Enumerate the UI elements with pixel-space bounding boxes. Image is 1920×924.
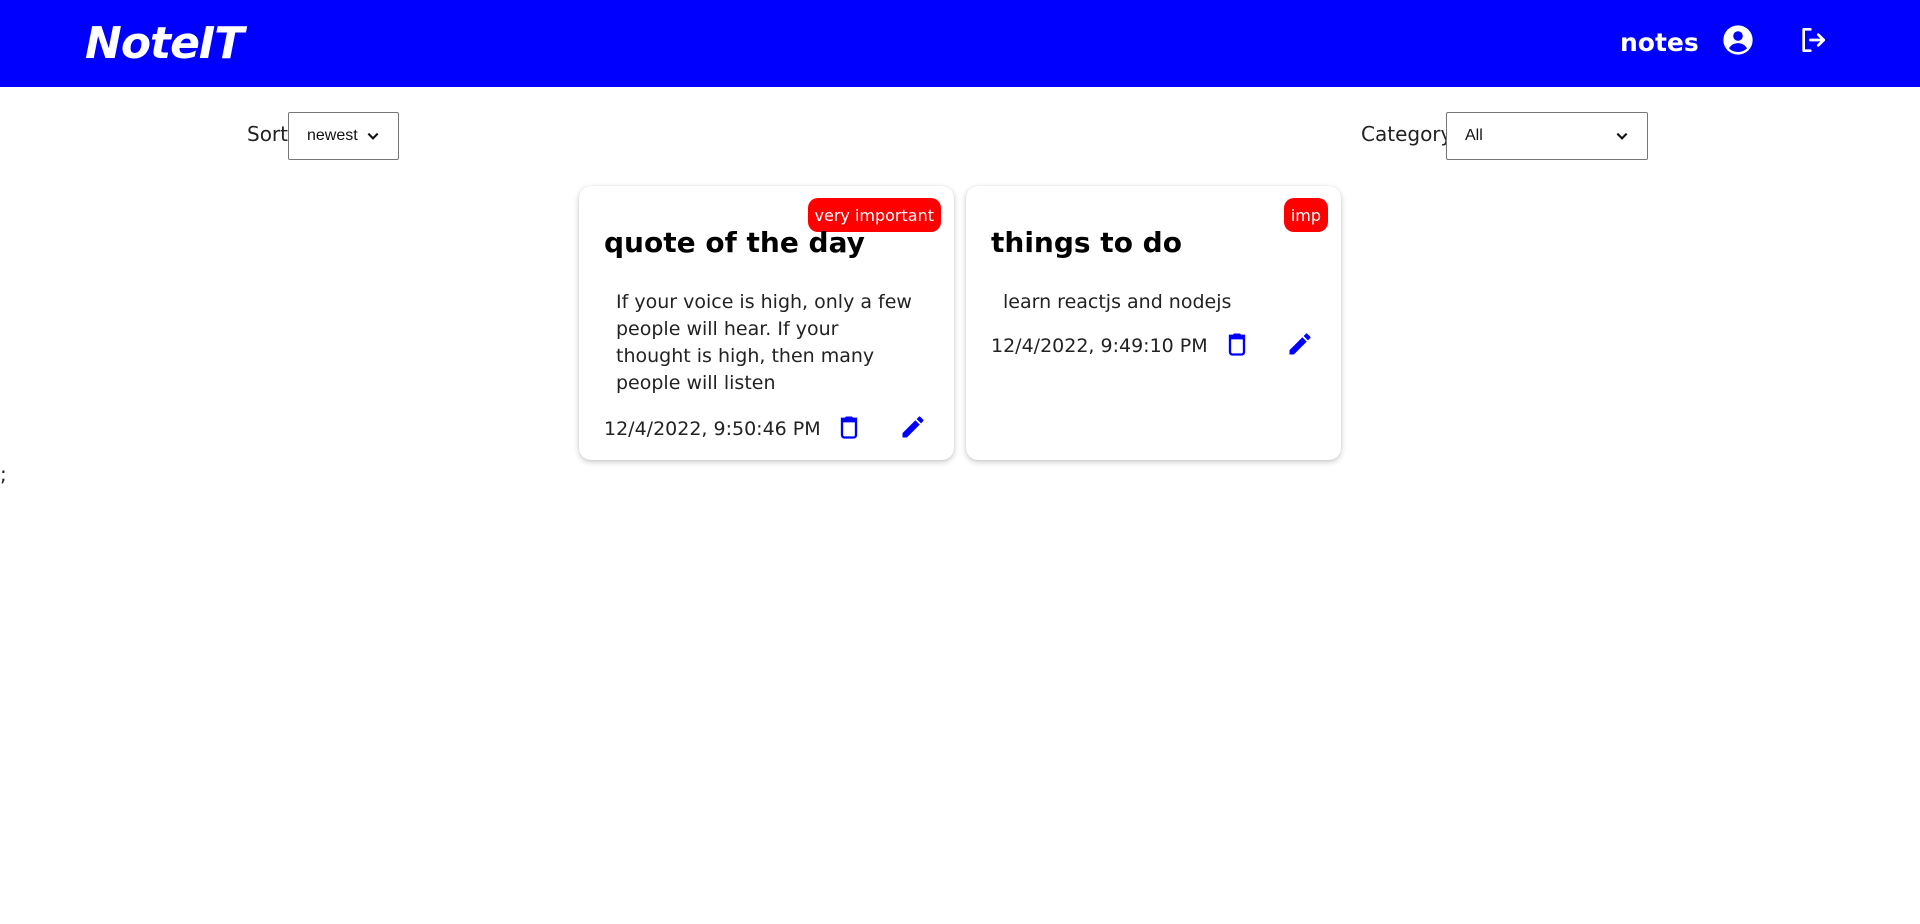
delete-icon[interactable] (835, 413, 863, 441)
sort-select[interactable]: newest (288, 112, 399, 160)
logout-icon[interactable] (1797, 24, 1829, 56)
sort-select-value: newest (307, 127, 358, 144)
category-badge: imp (1283, 198, 1328, 232)
chevron-down-icon (366, 129, 380, 143)
user-circle-icon[interactable] (1722, 24, 1754, 56)
brand-logo[interactable]: NoteIT (85, 18, 244, 69)
edit-icon[interactable] (1286, 330, 1314, 358)
nav-link-notes[interactable]: notes (1620, 28, 1699, 57)
category-select[interactable]: All (1446, 112, 1648, 160)
chevron-down-icon (1615, 129, 1629, 143)
category-select-value: All (1465, 127, 1483, 144)
delete-icon[interactable] (1223, 330, 1251, 358)
note-body: learn reactjs and nodejs (1003, 291, 1232, 313)
note-card: very important quote of the day If your … (579, 186, 954, 460)
note-date: 12/4/2022, 9:49:10 PM (991, 335, 1208, 357)
note-date: 12/4/2022, 9:50:46 PM (604, 418, 821, 440)
note-title: quote of the day (604, 226, 865, 259)
note-card: imp things to do learn reactjs and nodej… (966, 186, 1341, 460)
stray-text: ; (0, 462, 7, 486)
category-label: Category: (1361, 122, 1458, 146)
note-body: If your voice is high, only a few people… (616, 291, 912, 394)
note-title: things to do (991, 226, 1182, 259)
edit-icon[interactable] (899, 413, 927, 441)
navbar: NoteIT notes (0, 0, 1920, 87)
